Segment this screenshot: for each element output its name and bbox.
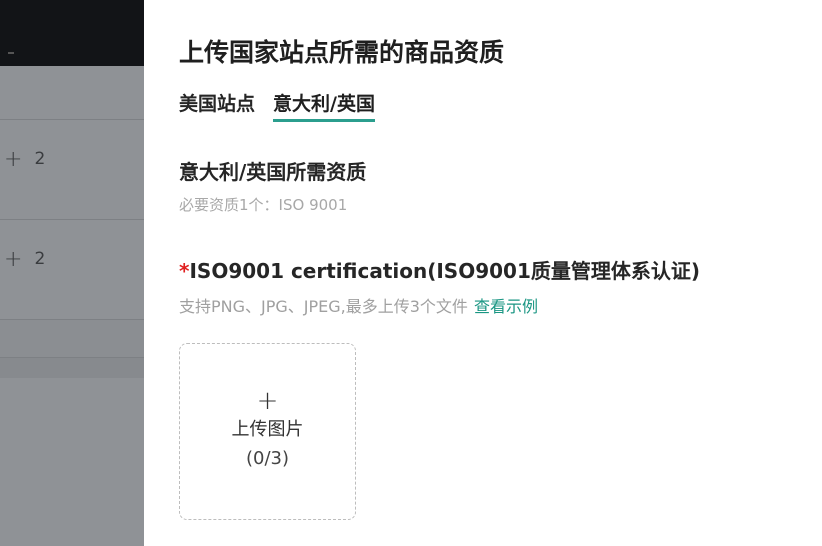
background-row-count: +2: [4, 147, 45, 172]
row-count-value: 2: [34, 249, 46, 269]
view-example-link[interactable]: 查看示例: [474, 297, 538, 316]
tab-us-site[interactable]: 美国站点: [179, 89, 255, 119]
requirement-hint-text: 支持PNG、JPG、JPEG,最多上传3个文件: [179, 297, 468, 316]
background-row: [0, 358, 144, 378]
row-count-value: 2: [34, 149, 46, 169]
upload-count: (0/3): [245, 448, 289, 469]
plus-icon: +: [256, 386, 279, 416]
requirement-hint: 支持PNG、JPG、JPEG,最多上传3个文件 查看示例: [179, 293, 538, 317]
background-row: [0, 320, 144, 358]
background-row-count: +2: [4, 247, 45, 272]
section-title: 意大利/英国所需资质: [179, 160, 367, 184]
background-row: [0, 66, 144, 120]
tab-italy-uk[interactable]: 意大利/英国: [273, 89, 375, 122]
background-header-mark: [8, 52, 14, 54]
page: +2 +2 上传国家站点所需的商品资质 美国站点 意大利/英国 意大利/英国所需…: [0, 0, 822, 546]
required-mark: *: [179, 259, 190, 283]
background-header: [0, 0, 144, 66]
section-subtitle: 必要资质1个：ISO 9001: [179, 196, 348, 214]
upload-image-button[interactable]: + 上传图片 (0/3): [179, 343, 356, 520]
drawer-title: 上传国家站点所需的商品资质: [179, 38, 505, 67]
upload-label: 上传图片: [231, 419, 304, 440]
requirement-title: *ISO9001 certification(ISO9001质量管理体系认证): [179, 255, 700, 284]
plus-icon: +: [4, 247, 23, 272]
qualification-drawer: 上传国家站点所需的商品资质 美国站点 意大利/英国 意大利/英国所需资质 必要资…: [144, 0, 822, 546]
background-overlay[interactable]: +2 +2: [0, 0, 144, 546]
requirement-title-text: ISO9001 certification(ISO9001质量管理体系认证): [189, 259, 701, 283]
site-tabs: 美国站点 意大利/英国: [179, 89, 393, 122]
plus-icon: +: [4, 147, 23, 172]
